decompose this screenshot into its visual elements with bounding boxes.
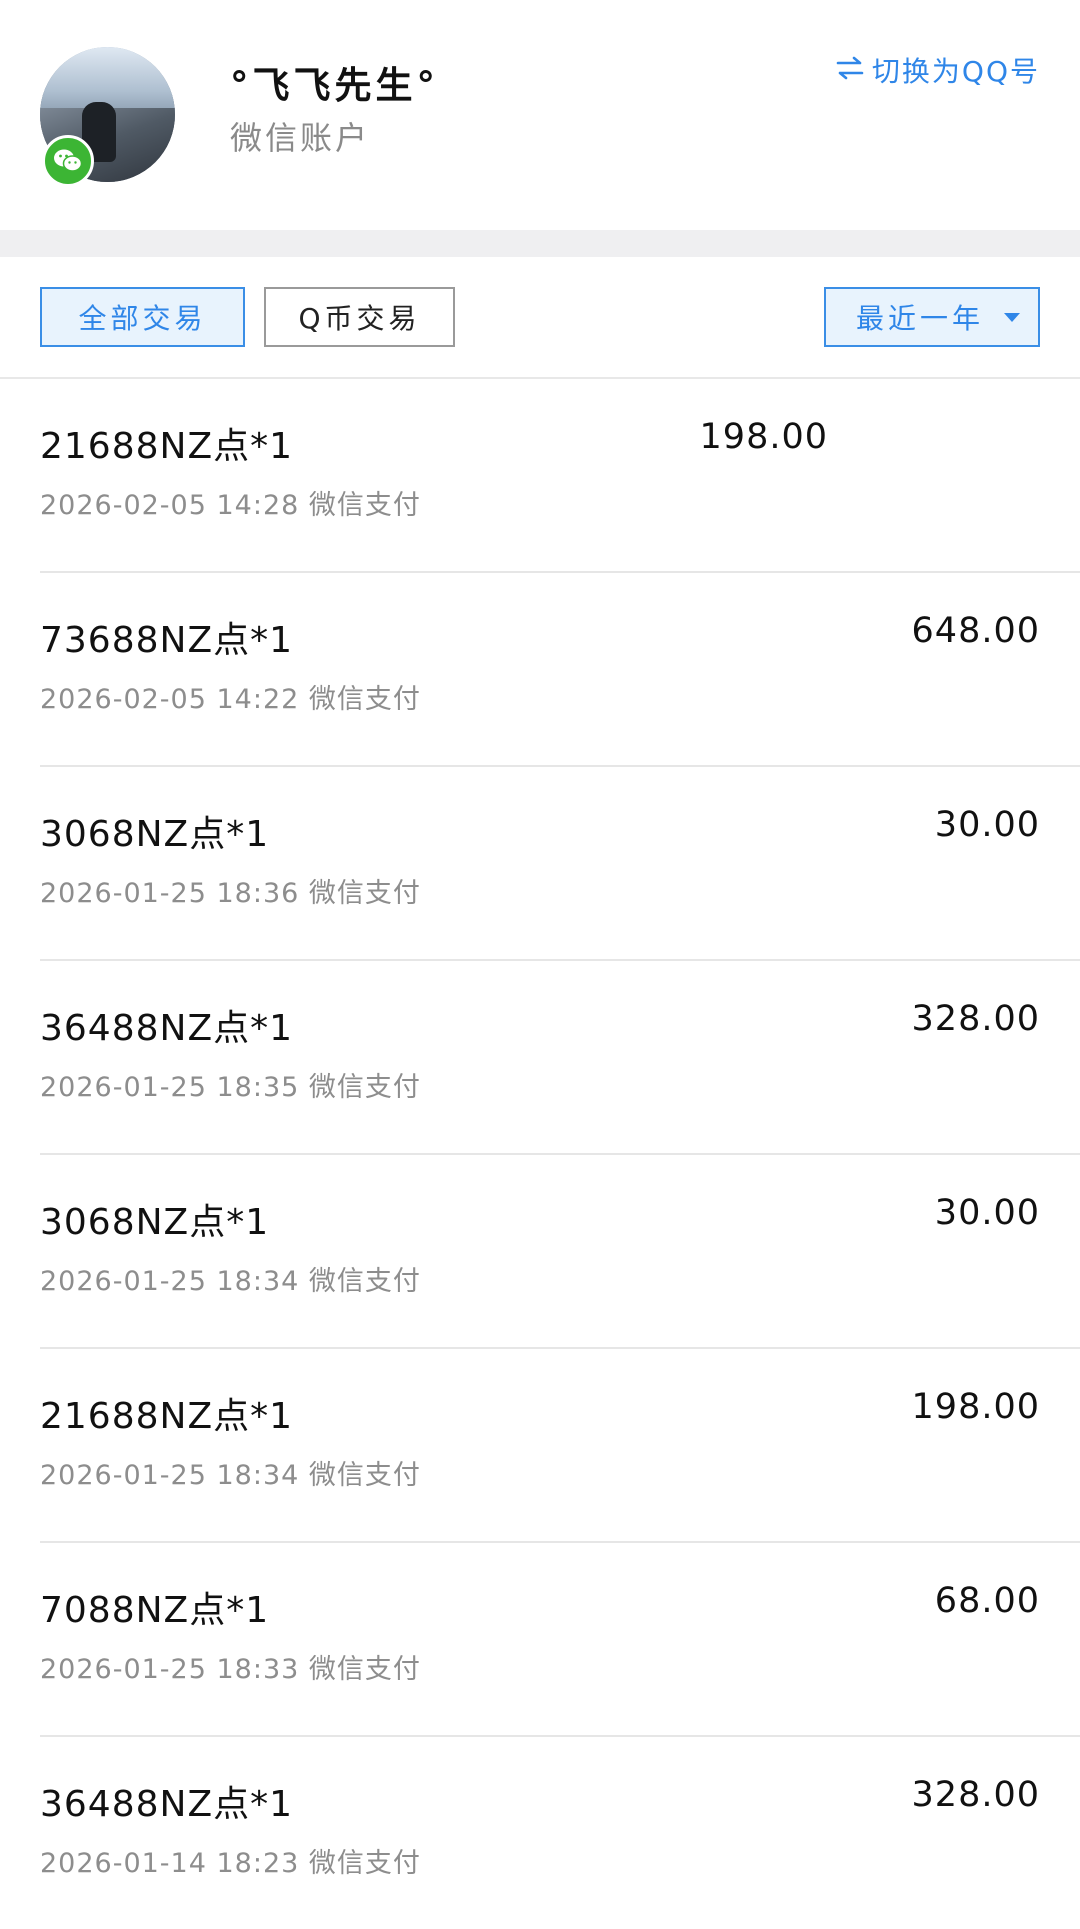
switch-account-button[interactable]: 切换为QQ号 <box>836 50 1040 90</box>
transaction-datetime: 2026-02-05 14:28 <box>40 490 300 521</box>
transaction-amount: 198.00 <box>699 417 828 457</box>
transaction-name: 3068NZ点*1 <box>40 814 270 855</box>
payment-method: 微信支付 <box>308 1072 421 1103</box>
time-range-dropdown[interactable]: 最近一年 <box>824 287 1040 347</box>
account-type: 微信账户 <box>230 119 371 157</box>
switch-account-label: 切换为QQ号 <box>871 55 1040 88</box>
transaction-amount: 648.00 <box>911 611 1040 651</box>
transaction-meta: 2026-02-05 14:22 微信支付 <box>40 677 421 716</box>
nickname: °飞飞先生° <box>230 64 439 107</box>
transaction-row[interactable]: 21688NZ点*1 2026-02-05 14:28 微信支付 198.00 <box>40 379 1080 573</box>
payment-method: 微信支付 <box>308 878 421 909</box>
transaction-datetime: 2026-01-25 18:33 <box>40 1654 300 1685</box>
payment-method: 微信支付 <box>308 490 421 521</box>
transaction-name: 73688NZ点*1 <box>40 620 294 661</box>
transaction-meta: 2026-01-25 18:36 微信支付 <box>40 871 421 910</box>
transaction-name: 36488NZ点*1 <box>40 1784 294 1825</box>
transaction-datetime: 2026-01-25 18:36 <box>40 878 300 909</box>
transaction-row[interactable]: 21688NZ点*1 2026-01-25 18:34 微信支付 198.00 <box>40 1349 1080 1543</box>
transaction-datetime: 2026-01-25 18:34 <box>40 1266 300 1297</box>
wechat-icon <box>42 135 94 187</box>
transaction-meta: 2026-01-25 18:33 微信支付 <box>40 1647 421 1686</box>
transaction-datetime: 2026-01-25 18:34 <box>40 1460 300 1491</box>
payment-method: 微信支付 <box>308 1848 421 1879</box>
transaction-amount: 30.00 <box>934 1193 1040 1233</box>
transaction-name: 3068NZ点*1 <box>40 1202 270 1243</box>
transaction-list: 21688NZ点*1 2026-02-05 14:28 微信支付 198.00 … <box>0 379 1080 1929</box>
transaction-row[interactable]: 73688NZ点*1 2026-02-05 14:22 微信支付 648.00 <box>40 573 1080 767</box>
transaction-meta: 2026-02-05 14:28 微信支付 <box>40 483 421 522</box>
payment-method: 微信支付 <box>308 684 421 715</box>
caret-down-icon <box>1004 313 1020 322</box>
section-divider <box>0 230 1080 257</box>
transaction-amount: 30.00 <box>934 805 1040 845</box>
transaction-meta: 2026-01-25 18:34 微信支付 <box>40 1259 421 1298</box>
swap-arrows-icon <box>836 54 864 87</box>
tab-qcoin-transactions[interactable]: Q币交易 <box>264 287 455 347</box>
transaction-row[interactable]: 36488NZ点*1 2026-01-25 18:35 微信支付 328.00 <box>40 961 1080 1155</box>
transaction-amount: 328.00 <box>911 999 1040 1039</box>
payment-method: 微信支付 <box>308 1460 421 1491</box>
transaction-name: 36488NZ点*1 <box>40 1008 294 1049</box>
transaction-meta: 2026-01-14 18:23 微信支付 <box>40 1841 421 1880</box>
time-range-label: 最近一年 <box>856 302 985 335</box>
payment-method: 微信支付 <box>308 1654 421 1685</box>
transaction-name: 21688NZ点*1 <box>40 1396 294 1437</box>
transaction-row[interactable]: 3068NZ点*1 2026-01-25 18:34 微信支付 30.00 <box>40 1155 1080 1349</box>
transaction-datetime: 2026-01-14 18:23 <box>40 1848 300 1879</box>
filter-bar: 全部交易 Q币交易 最近一年 <box>0 257 1080 379</box>
transaction-meta: 2026-01-25 18:35 微信支付 <box>40 1065 421 1104</box>
payment-method: 微信支付 <box>308 1266 421 1297</box>
transaction-row[interactable]: 3068NZ点*1 2026-01-25 18:36 微信支付 30.00 <box>40 767 1080 961</box>
transaction-row[interactable]: 7088NZ点*1 2026-01-25 18:33 微信支付 68.00 <box>40 1543 1080 1737</box>
transaction-datetime: 2026-01-25 18:35 <box>40 1072 300 1103</box>
transaction-amount: 328.00 <box>911 1775 1040 1815</box>
transaction-meta: 2026-01-25 18:34 微信支付 <box>40 1453 421 1492</box>
transaction-name: 7088NZ点*1 <box>40 1590 270 1631</box>
tab-all-transactions[interactable]: 全部交易 <box>40 287 245 347</box>
transaction-amount: 198.00 <box>911 1387 1040 1427</box>
transaction-amount: 68.00 <box>934 1581 1040 1621</box>
transaction-name: 21688NZ点*1 <box>40 426 294 467</box>
transaction-row[interactable]: 36488NZ点*1 2026-01-14 18:23 微信支付 328.00 <box>40 1737 1080 1929</box>
account-header: °飞飞先生° 微信账户 切换为QQ号 <box>0 0 1080 230</box>
transaction-datetime: 2026-02-05 14:22 <box>40 684 300 715</box>
